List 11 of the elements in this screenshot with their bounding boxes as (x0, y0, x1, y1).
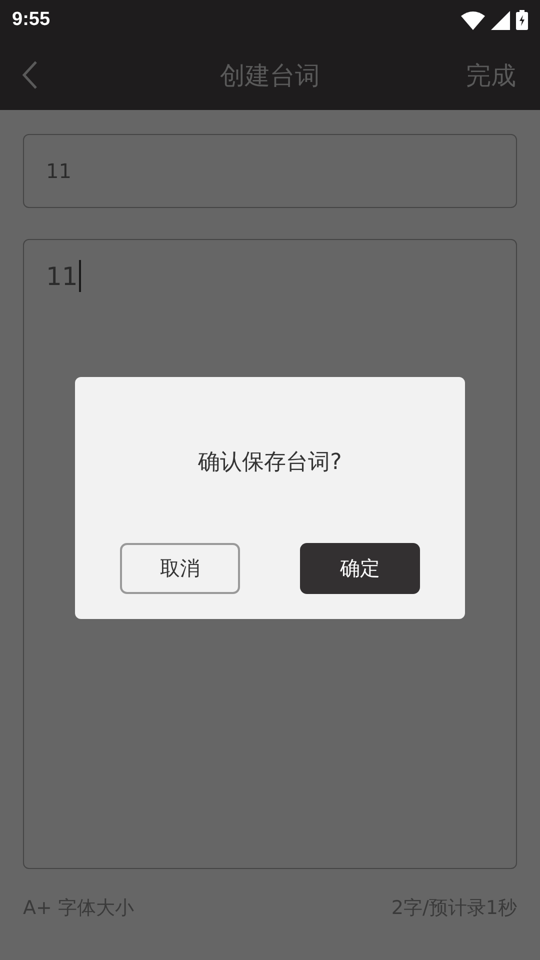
cancel-button[interactable]: 取消 (120, 543, 240, 594)
back-icon[interactable] (22, 61, 38, 89)
title-field[interactable]: 11 (23, 134, 517, 208)
dialog-message: 确认保存台词? (198, 449, 342, 477)
page-title: 创建台词 (220, 60, 320, 92)
wifi-icon (461, 10, 485, 30)
status-time: 9:55 (12, 9, 50, 31)
signal-icon (491, 10, 510, 30)
done-button[interactable]: 完成 (466, 58, 516, 92)
confirm-button[interactable]: 确定 (300, 543, 420, 594)
battery-icon (516, 10, 528, 30)
